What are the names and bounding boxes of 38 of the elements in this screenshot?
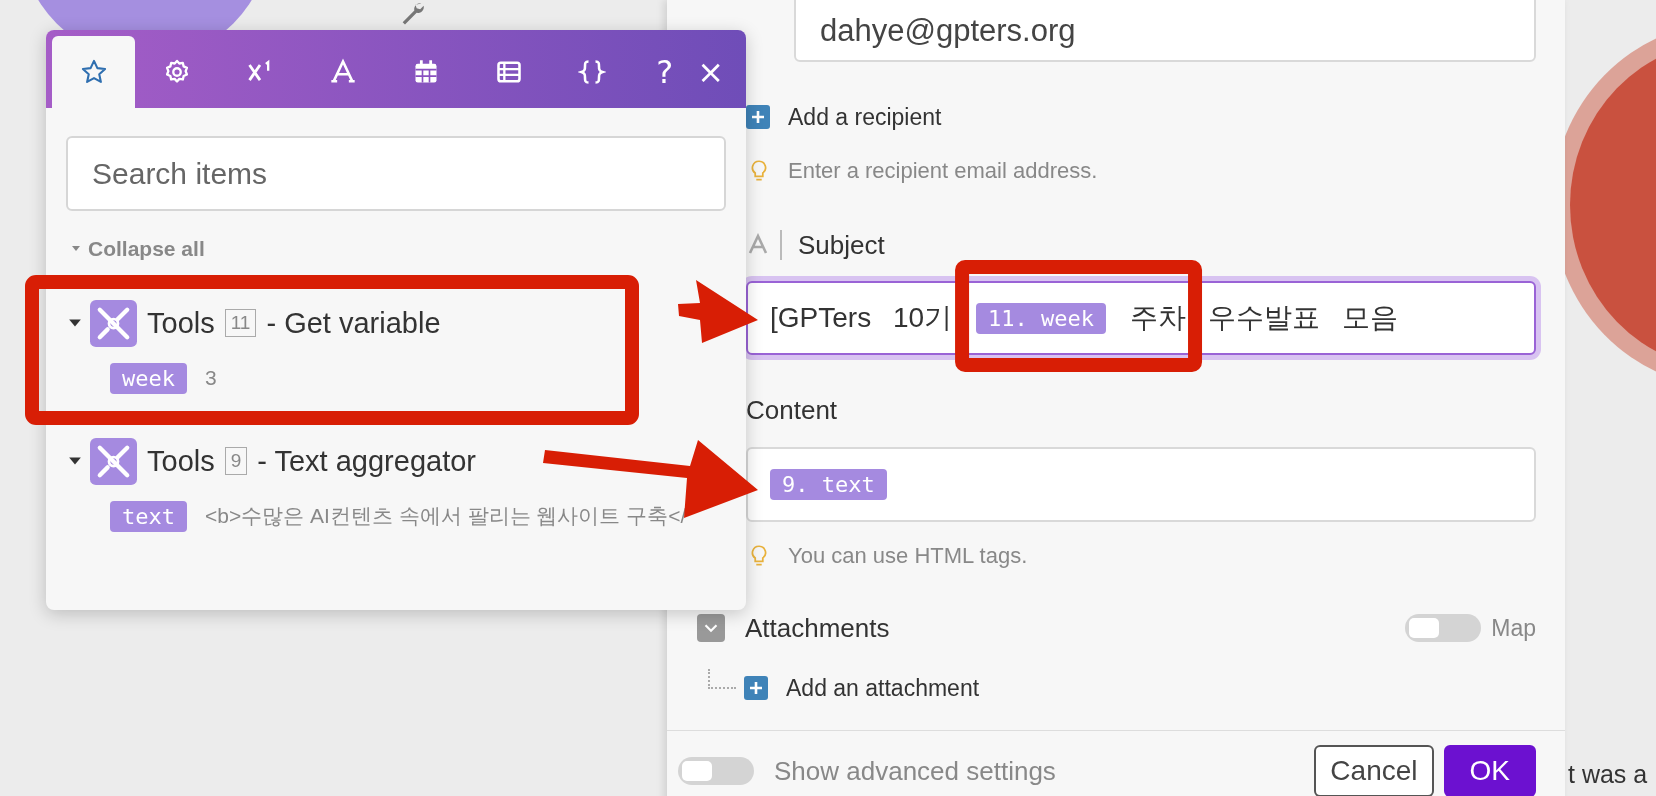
tree-connector-line	[708, 669, 736, 689]
table-icon	[494, 58, 523, 86]
email-field[interactable]: dahye@gpters.org	[794, 0, 1536, 62]
field-label: Content	[746, 394, 838, 426]
variable-value: <b>수많은 AI컨텐츠 속에서 팔리는 웹사이트 구축</	[205, 503, 687, 529]
module-number: 9	[224, 447, 248, 475]
toggle-label: Show advanced settings	[774, 755, 1056, 787]
field-text: 주차 우수발표 모음	[1130, 301, 1398, 335]
toggle-switch[interactable]	[1405, 614, 1482, 642]
letter-icon	[328, 58, 357, 86]
close-button[interactable]: ×	[685, 36, 736, 108]
plus-icon	[744, 676, 768, 700]
collapse-toggle[interactable]	[697, 614, 725, 642]
search-field[interactable]: Search items	[66, 136, 726, 211]
braces-icon	[577, 58, 606, 86]
field-label: Subject	[798, 229, 885, 261]
add-recipient-link[interactable]: Add a recipient	[788, 103, 942, 131]
tools-icon	[90, 437, 137, 485]
toggle-label: Map	[1491, 614, 1536, 642]
module-name[interactable]: Tools	[147, 444, 215, 478]
help-button[interactable]: ?	[644, 36, 686, 108]
module-name[interactable]: Tools	[147, 306, 215, 340]
module-action: - Text aggregator	[257, 444, 476, 478]
field-text: [GPTers 10기	[770, 301, 953, 335]
hint-text: Enter a recipient email address.	[788, 158, 1098, 184]
tools-icon	[90, 299, 137, 347]
variable-value: 3	[205, 366, 217, 390]
module-action: - Get variable	[266, 306, 441, 340]
module-number: 11	[224, 309, 257, 337]
ok-button[interactable]: OK	[1443, 745, 1536, 796]
toggle-switch[interactable]	[678, 757, 754, 785]
canvas-text: t was a	[1568, 760, 1648, 789]
add-attachment-link[interactable]: Add an attachment	[786, 674, 980, 702]
tab[interactable]	[52, 36, 135, 108]
section-title: Attachments	[745, 612, 890, 644]
cancel-button[interactable]: Cancel	[1314, 745, 1434, 796]
hint-text: You can use HTML tags.	[788, 543, 1028, 569]
star-icon	[79, 58, 108, 86]
